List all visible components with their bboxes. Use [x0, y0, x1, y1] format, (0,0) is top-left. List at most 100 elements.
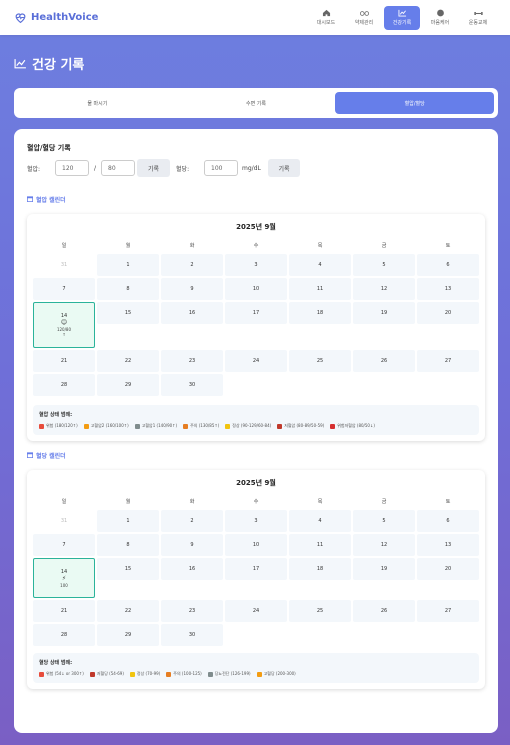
calendar-day[interactable]: 24	[225, 600, 287, 622]
calendar-day[interactable]: 26	[353, 600, 415, 622]
brand[interactable]: HealthVoice	[14, 11, 98, 24]
day-number: 23	[188, 358, 196, 364]
calendar-day[interactable]: 15	[97, 302, 159, 324]
day-number: 22	[124, 358, 132, 364]
day-number: 31	[60, 518, 68, 524]
record-card: 혈압/혈당 기록 혈압: 120 / 80 기록 혈당: 100 mg/dL 기…	[14, 129, 498, 733]
bp-record-button[interactable]: 기록	[137, 159, 171, 177]
legend-label: 위험저혈압 (80/50↓)	[337, 423, 375, 428]
calendar-day[interactable]: 21	[33, 600, 95, 622]
diastolic-input[interactable]: 80	[101, 160, 136, 176]
systolic-input[interactable]: 120	[55, 160, 89, 176]
calendar-day[interactable]: 27	[417, 350, 479, 372]
day-number: 27	[444, 358, 452, 364]
day-number: 22	[124, 608, 132, 614]
calendar-day[interactable]: 25	[289, 350, 351, 372]
calendar-day[interactable]: 6	[417, 510, 479, 532]
calendar-day[interactable]: 9	[161, 278, 223, 300]
calendar-day[interactable]: 1	[97, 254, 159, 276]
weekday-label: 목	[317, 498, 323, 505]
calendar-day[interactable]: 22	[97, 600, 159, 622]
calendar-day[interactable]: 25	[289, 600, 351, 622]
calendar-day[interactable]: 19	[353, 302, 415, 324]
calendar-day[interactable]: 28	[33, 624, 95, 646]
nav-item-0[interactable]: 대시보드	[308, 6, 344, 30]
calendar-day[interactable]: 2	[161, 254, 223, 276]
calendar-day[interactable]: 3	[225, 254, 287, 276]
calendar-day[interactable]: 15	[97, 558, 159, 580]
calendar-day[interactable]: 23	[161, 350, 223, 372]
calendar-day[interactable]: 22	[97, 350, 159, 372]
calendar-day[interactable]: 11	[289, 278, 351, 300]
day-number: 21	[60, 358, 68, 364]
calendar-day[interactable]: 12	[353, 278, 415, 300]
calendar-day[interactable]: 10	[225, 278, 287, 300]
calendar-day[interactable]: 31	[33, 254, 95, 276]
calendar-day[interactable]: 4	[289, 510, 351, 532]
calendar-day[interactable]: 26	[353, 350, 415, 372]
calendar-day[interactable]: 11	[289, 534, 351, 556]
weekday-label: 금	[381, 242, 387, 249]
sugar-record-button[interactable]: 기록	[268, 159, 301, 177]
calendar-day[interactable]: 30	[161, 624, 223, 646]
calendar-day[interactable]: 5	[353, 510, 415, 532]
calendar-day[interactable]: 4	[289, 254, 351, 276]
tab-1[interactable]: 수면 기록	[177, 92, 336, 114]
calendar-day[interactable]: 12	[353, 534, 415, 556]
calendar-day[interactable]: 8	[97, 534, 159, 556]
day-number: 24	[252, 358, 260, 364]
calendar-day[interactable]: 17	[225, 558, 287, 580]
calendar-day[interactable]: 1	[97, 510, 159, 532]
legend-item: 고혈압2 (160/100↑)	[83, 423, 129, 429]
calendar-day[interactable]: 8	[97, 278, 159, 300]
calendar-day[interactable]: 14 😊 120/80 ↑	[33, 302, 95, 348]
nav-item-2[interactable]: 건강기록	[384, 5, 420, 30]
calendar-day[interactable]: 16	[161, 302, 223, 324]
calendar-day[interactable]: 23	[161, 600, 223, 622]
tab-2[interactable]: 혈압/혈당	[335, 92, 495, 114]
legend-label: 정상 (90-129/60-84)	[232, 423, 272, 428]
calendar-day[interactable]: 9	[161, 534, 223, 556]
calendar-day[interactable]: 17	[225, 302, 287, 324]
calendar-day[interactable]: 24	[225, 350, 287, 372]
nav-item-4[interactable]: 운동교체	[460, 6, 496, 30]
calendar-day[interactable]: 6	[417, 254, 479, 276]
tab-0[interactable]: 물 마시기	[18, 92, 177, 114]
calendar-day[interactable]: 10	[225, 534, 287, 556]
calendar-day[interactable]: 29	[97, 374, 159, 396]
nav-item-3[interactable]: 마음케어	[422, 6, 458, 30]
calendar-day[interactable]: 31	[33, 510, 95, 532]
weekday-label: 목	[317, 242, 323, 249]
calendar-day[interactable]: 27	[417, 600, 479, 622]
calendar-day[interactable]: 13	[417, 534, 479, 556]
calendar-day[interactable]: 20	[417, 558, 479, 580]
calendar-day[interactable]: 7	[33, 278, 95, 300]
day-number: 30	[188, 382, 196, 388]
nav-item-1[interactable]: 약제관리	[346, 6, 382, 30]
calendar-day[interactable]: 18	[289, 558, 351, 580]
calendar-day[interactable]: 20	[417, 302, 479, 324]
day-number: 7	[62, 542, 66, 548]
legend-swatch-icon	[166, 671, 172, 677]
calendar-day[interactable]: 14 ⚡ 100	[33, 558, 95, 598]
nav-item-label: 대시보드	[316, 20, 336, 26]
nav-item-label: 약제관리	[354, 20, 374, 26]
calendar-day[interactable]: 13	[417, 278, 479, 300]
day-number: 25	[316, 608, 324, 614]
calendar-day[interactable]: 19	[353, 558, 415, 580]
calendar-day[interactable]: 28	[33, 374, 95, 396]
calendar-day[interactable]: 30	[161, 374, 223, 396]
calendar-day[interactable]: 29	[97, 624, 159, 646]
calendar-day[interactable]: 21	[33, 350, 95, 372]
sugar-input[interactable]: 100	[204, 160, 239, 176]
calendar-day[interactable]: 18	[289, 302, 351, 324]
calendar-day[interactable]: 2	[161, 510, 223, 532]
calendar-day[interactable]: 5	[353, 254, 415, 276]
calendar-day[interactable]: 3	[225, 510, 287, 532]
nav-item-label: 건강기록	[392, 20, 412, 26]
day-number: 26	[380, 608, 388, 614]
calendar-day[interactable]: 16	[161, 558, 223, 580]
calendar-day[interactable]: 7	[33, 534, 95, 556]
calendar: 2025년 9월 일 월 화 수 목 금 토 31 1 2 3 4 5 6 7 8 9 10 11 12 13 14 😊 120…	[27, 214, 485, 441]
day-number: 12	[380, 286, 388, 292]
